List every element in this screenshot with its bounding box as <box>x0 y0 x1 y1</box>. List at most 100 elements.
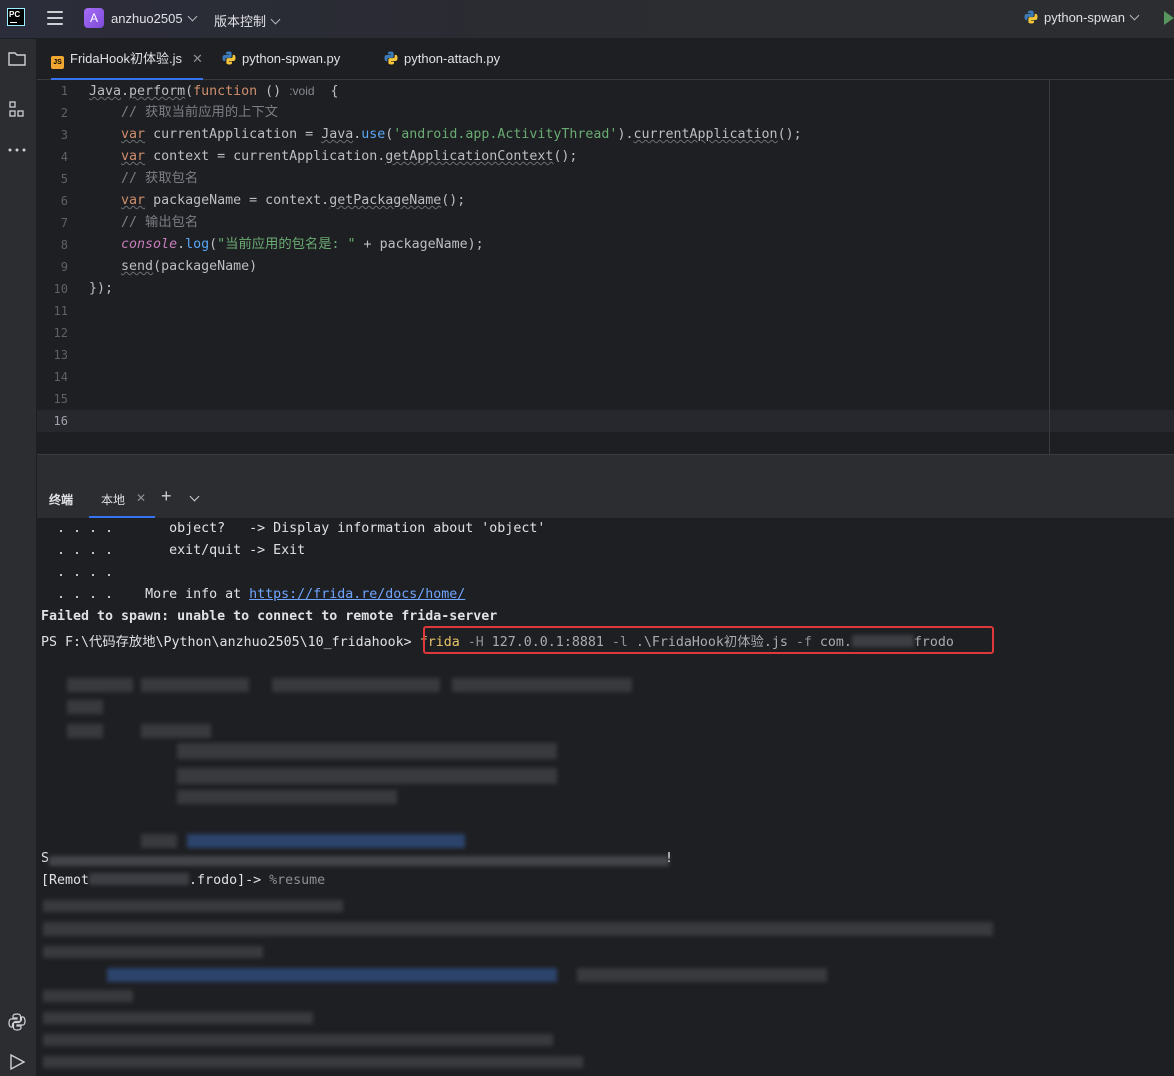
tab-python-spwan[interactable]: python-spwan.py <box>222 39 340 79</box>
code-token: function <box>193 84 258 99</box>
code-line-1: Java.perform(function () :void { <box>89 80 339 103</box>
pycharm-logo-icon: PC <box>7 8 25 26</box>
code-token: (packageName) <box>153 259 258 274</box>
line-number: 11 <box>53 304 68 318</box>
right-margin-guide <box>1049 80 1050 454</box>
python-file-icon <box>222 51 236 65</box>
shell-prompt: PS F:\代码存放地\Python\anzhuo2505\10_fridaho… <box>41 635 420 650</box>
code-token: log <box>185 237 210 252</box>
redacted-text <box>67 700 103 714</box>
terminal-output[interactable]: . . . . object? -> Display information a… <box>37 518 1174 1076</box>
redacted-text <box>272 678 440 692</box>
terminal-title: 终端 <box>49 493 74 507</box>
project-selector[interactable]: anzhuo2505 <box>111 11 198 26</box>
code-token: Java <box>89 84 122 99</box>
run-config-selector[interactable]: python-spwan <box>1024 10 1140 25</box>
redacted-text <box>43 900 343 912</box>
main-menu-icon[interactable] <box>47 11 63 25</box>
redacted-text <box>89 873 190 885</box>
line-number: 12 <box>53 326 68 340</box>
code-token: . <box>177 237 186 252</box>
redacted-text <box>177 743 557 759</box>
project-badge[interactable]: A <box>84 8 104 28</box>
new-terminal-plus-icon[interactable]: + <box>161 486 172 507</box>
code-token: + packageName); <box>355 237 484 252</box>
frida-docs-link[interactable]: https://frida.re/docs/home/ <box>249 587 465 602</box>
code-token: getApplicationContext <box>385 149 554 164</box>
tab-fridahook-js[interactable]: JS FridaHook初体验.js ✕ <box>51 39 203 80</box>
vcs-menu[interactable]: 版本控制 <box>214 11 281 30</box>
line-number: 8 <box>60 238 68 252</box>
close-icon[interactable]: ✕ <box>136 491 146 505</box>
chevron-down-icon[interactable] <box>189 491 200 502</box>
redacted-text <box>43 1012 313 1024</box>
code-line-9: send(packageName) <box>89 256 257 278</box>
tab-label: FridaHook初体验.js <box>70 51 182 66</box>
code-token: Java <box>321 127 354 142</box>
js-file-icon: JS <box>51 56 64 69</box>
tab-python-attach[interactable]: python-attach.py <box>384 39 500 79</box>
line-number: 5 <box>60 172 68 186</box>
code-line-2: // 获取当前应用的上下文 <box>89 105 279 120</box>
terminal-line: ! <box>665 851 674 866</box>
panel-divider[interactable] <box>37 454 1174 481</box>
highlight-annotation-box <box>423 626 994 654</box>
line-number: 4 <box>60 150 68 164</box>
code-line-10: }); <box>89 281 114 296</box>
left-tool-strip <box>0 39 37 1076</box>
code-token: (); <box>441 193 466 208</box>
python-icon <box>1024 10 1038 24</box>
code-token: use <box>361 127 386 142</box>
code-token: ( <box>185 84 194 99</box>
run-icon[interactable] <box>1164 11 1174 25</box>
tab-label: python-spwan.py <box>242 51 341 66</box>
structure-icon[interactable] <box>6 99 28 121</box>
line-number: 13 <box>53 348 68 362</box>
terminal-line: . . . . More info at https://frida.re/do… <box>41 587 465 602</box>
code-token: var <box>121 193 146 208</box>
code-token: (); <box>777 127 802 142</box>
close-icon[interactable]: ✕ <box>192 51 203 66</box>
chevron-down-icon <box>270 14 281 25</box>
redacted-text <box>67 724 103 738</box>
redacted-text <box>43 990 133 1002</box>
terminal-tab-local[interactable]: 本地 ✕ <box>89 480 155 518</box>
line-number: 2 <box>60 106 68 120</box>
code-token: console <box>121 237 178 252</box>
chevron-down-icon <box>187 11 198 22</box>
repl-prompt: .frodo]-> <box>189 873 270 888</box>
redacted-text <box>141 678 249 692</box>
terminal-text: . . . . More info at <box>41 587 250 602</box>
code-line-4: var context = currentApplication.getAppl… <box>89 146 577 168</box>
code-line-3: var currentApplication = Java.use('andro… <box>89 124 802 146</box>
code-token: perform <box>129 84 186 99</box>
code-token: currentApplication <box>633 127 778 142</box>
terminal-line: . . . . <box>41 565 114 580</box>
terminal-tab-label: 本地 <box>101 493 126 507</box>
run-tool-icon[interactable] <box>6 1051 28 1073</box>
redacted-text <box>49 856 669 866</box>
line-number-current: 16 <box>53 414 68 428</box>
terminal-line: S <box>41 851 50 866</box>
code-editor[interactable]: 1 2 3 4 5 6 7 8 9 10 11 12 13 14 15 16 J… <box>37 80 1174 454</box>
type-hint: :void <box>289 84 315 98</box>
code-token: var <box>121 149 146 164</box>
redacted-text <box>43 946 263 958</box>
redacted-text <box>141 834 177 848</box>
tab-label: python-attach.py <box>404 51 501 66</box>
code-token: getPackageName <box>329 193 442 208</box>
line-number: 1 <box>60 84 68 98</box>
code-line-6: var packageName = context.getPackageName… <box>89 190 465 212</box>
code-token: () <box>257 84 290 99</box>
more-icon[interactable] <box>6 139 28 161</box>
code-token: "当前应用的包名是: " <box>217 237 356 252</box>
terminal-line: . . . . exit/quit -> Exit <box>41 543 306 558</box>
python-console-icon[interactable] <box>6 1011 28 1033</box>
terminal-toolbar: 终端 本地 ✕ + <box>37 480 1174 518</box>
project-folder-icon[interactable] <box>6 48 28 70</box>
redacted-text <box>43 1034 553 1046</box>
code-token: (); <box>553 149 578 164</box>
